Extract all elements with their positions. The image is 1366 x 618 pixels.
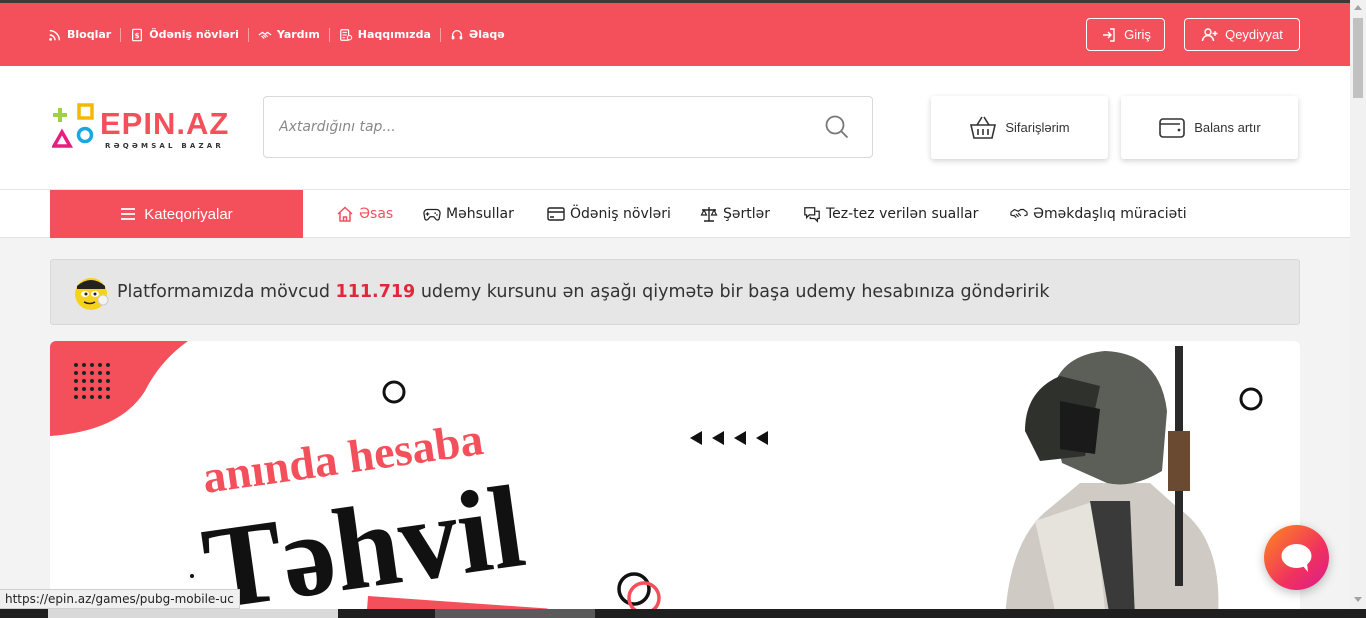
nav-item-label: Ödəniş növləri [570, 206, 671, 222]
wallet-icon [1159, 117, 1186, 138]
announcement-suffix: udemy kursunu ən aşağı qiymətə bir başa … [420, 282, 1050, 302]
nav-item-faq[interactable]: Tez-tez verilən suallar [803, 190, 978, 238]
nav-item-home[interactable]: Əsas [336, 190, 393, 238]
scrollbar-thumb[interactable] [1353, 18, 1363, 98]
handshake-icon [258, 31, 272, 39]
search-box [263, 96, 873, 158]
nav-item-terms[interactable]: Şərtlər [700, 190, 770, 238]
partnership-icon [1010, 208, 1028, 219]
nav-item-label: Tez-tez verilən suallar [826, 206, 979, 222]
taskbar-segment [48, 609, 338, 618]
document-icon [339, 28, 353, 41]
menu-icon [121, 208, 136, 220]
top-link-contact[interactable]: Əlaqə [450, 28, 505, 42]
top-link-about[interactable]: Haqqımızda [339, 27, 441, 42]
card-icon [547, 207, 565, 221]
rss-icon [49, 29, 61, 41]
headset-icon [451, 29, 463, 39]
top-link-label: Yardım [276, 28, 320, 41]
mascot-icon [75, 278, 109, 310]
divider [120, 27, 122, 42]
basket-icon [970, 116, 997, 139]
hero-banner[interactable]: anında hesaba Təhvil [50, 341, 1300, 618]
top-link-label: Ödəniş növləri [149, 28, 239, 41]
register-button[interactable]: Qeydiyyat [1184, 18, 1300, 51]
gamepad-icon [423, 208, 441, 221]
chat-bubble-icon [1281, 544, 1312, 572]
login-label: Giriş [1124, 27, 1151, 42]
receipt-icon: $ [132, 28, 143, 41]
browser-status-url: https://epin.az/games/pubg-mobile-uc [0, 589, 240, 609]
logo[interactable]: EPIN.AZ RƏQƏMSAL BAZAR [52, 102, 237, 157]
top-link-blogs[interactable]: Bloqlar [48, 27, 122, 42]
header: EPIN.AZ RƏQƏMSAL BAZAR Sifarişlərim Bala… [0, 66, 1350, 190]
nav-item-label: Əməkdaşlıq müraciəti [1033, 206, 1187, 222]
taskbar [0, 609, 1366, 618]
chat-widget-button[interactable] [1264, 525, 1329, 590]
login-icon [1103, 27, 1115, 42]
main-nav: Kateqoriyalar Əsas Məhsullar Ödəniş növl… [0, 190, 1350, 238]
divider [328, 27, 330, 42]
register-label: Qeydiyyat [1225, 27, 1283, 42]
logo-shapes-icon [52, 103, 94, 148]
announcement-bar: Platformamızda mövcud 111.719 udemy kurs… [50, 259, 1300, 325]
taskbar-segment [435, 609, 595, 618]
announcement-text: Platformamızda mövcud 111.719 udemy kurs… [117, 282, 1049, 302]
top-link-label: Əlaqə [468, 28, 505, 41]
vertical-scrollbar[interactable] [1350, 0, 1366, 618]
categories-button[interactable]: Kateqoriyalar [50, 190, 303, 238]
nav-item-partnership[interactable]: Əməkdaşlıq müraciəti [1010, 190, 1187, 238]
banner-artwork: anında hesaba Təhvil [50, 341, 1263, 618]
add-user-icon [1201, 27, 1218, 41]
course-count: 111.719 [335, 282, 416, 302]
top-links: Bloqlar $ Ödəniş növləri Yardım Haqqımız… [48, 3, 514, 66]
soldier-illustration [1005, 346, 1219, 618]
scroll-up-arrow-icon[interactable] [1354, 4, 1362, 10]
home-icon [337, 206, 353, 222]
divider [439, 27, 441, 42]
top-link-help[interactable]: Yardım [258, 27, 330, 42]
svg-text:$: $ [135, 32, 140, 40]
orders-button[interactable]: Sifarişlərim [931, 96, 1108, 159]
categories-label: Kateqoriyalar [144, 205, 233, 223]
top-link-label: Haqqımızda [357, 28, 431, 41]
search-input[interactable] [279, 116, 799, 138]
login-button[interactable]: Giriş [1086, 18, 1165, 51]
top-link-payment-types[interactable]: $ Ödəniş növləri [130, 27, 249, 42]
scroll-down-arrow-icon[interactable] [1354, 597, 1362, 603]
top-link-label: Bloqlar [67, 28, 112, 41]
top-up-balance-button[interactable]: Balans artır [1121, 96, 1298, 159]
scales-icon [700, 207, 718, 222]
balance-label: Balans artır [1194, 120, 1261, 135]
nav-item-payment-types[interactable]: Ödəniş növləri [547, 190, 671, 238]
nav-item-label: Əsas [359, 206, 394, 222]
logo-tagline: RƏQƏMSAL BAZAR [105, 142, 224, 150]
announcement-prefix: Platformamızda mövcud [117, 282, 330, 302]
top-bar: Bloqlar $ Ödəniş növləri Yardım Haqqımız… [0, 3, 1350, 66]
divider [247, 27, 249, 42]
logo-text: EPIN.AZ [100, 106, 230, 141]
chat-question-icon [804, 207, 820, 223]
nav-item-label: Şərtlər [723, 206, 771, 222]
nav-item-products[interactable]: Məhsullar [423, 190, 514, 238]
nav-item-label: Məhsullar [446, 206, 514, 222]
orders-label: Sifarişlərim [1005, 120, 1070, 135]
search-icon[interactable] [824, 114, 850, 140]
